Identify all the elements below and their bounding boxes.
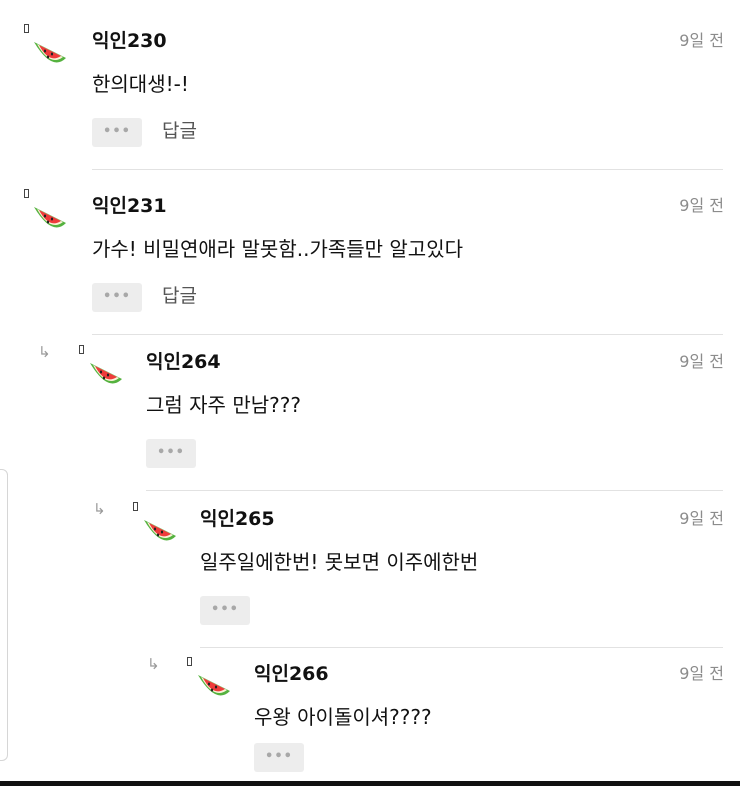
divider xyxy=(92,334,723,335)
comment-time: 9일 전 xyxy=(679,509,724,528)
watermelon-icon xyxy=(194,665,234,705)
reply-button[interactable]: 답글 xyxy=(162,116,197,143)
more-options-button[interactable]: ••• xyxy=(254,743,304,772)
reply-button[interactable]: 답글 xyxy=(162,281,197,308)
divider xyxy=(146,490,723,491)
comment-author[interactable]: 익인230 xyxy=(92,26,167,53)
comment-text: 한의대생!-! xyxy=(92,72,189,96)
checkbox-marker xyxy=(24,189,29,198)
comment-text: 일주일에한번! 못보면 이주에한번 xyxy=(200,550,479,574)
watermelon-icon xyxy=(140,510,180,550)
comment-author[interactable]: 익인266 xyxy=(254,659,329,686)
comment-time: 9일 전 xyxy=(679,196,724,215)
comment-time: 9일 전 xyxy=(679,664,724,683)
side-panel-edge xyxy=(0,469,8,761)
more-options-button[interactable]: ••• xyxy=(92,283,142,312)
checkbox-marker xyxy=(24,24,29,33)
comment-author[interactable]: 익인231 xyxy=(92,191,167,218)
comment-author[interactable]: 익인265 xyxy=(200,504,275,531)
reply-arrow-icon: ↳ xyxy=(93,500,106,518)
checkbox-marker xyxy=(133,502,138,511)
divider xyxy=(92,169,723,170)
comment-time: 9일 전 xyxy=(679,352,724,371)
more-options-button[interactable]: ••• xyxy=(200,596,250,625)
more-options-button[interactable]: ••• xyxy=(146,439,196,468)
comment-text: 가수! 비밀연애라 말못함..가족들만 알고있다 xyxy=(92,237,464,261)
reply-arrow-icon: ↳ xyxy=(38,343,51,361)
bottom-bar xyxy=(0,781,740,786)
comment-text: 우왕 아이돌이셔???? xyxy=(254,705,432,729)
watermelon-icon xyxy=(30,32,70,72)
watermelon-icon xyxy=(86,353,126,393)
checkbox-marker xyxy=(79,345,84,354)
divider xyxy=(200,647,723,648)
comment-author[interactable]: 익인264 xyxy=(146,347,221,374)
comment-time: 9일 전 xyxy=(679,31,724,50)
checkbox-marker xyxy=(187,657,192,666)
watermelon-icon xyxy=(30,197,70,237)
comment-text: 그럼 자주 만남??? xyxy=(146,393,301,417)
more-options-button[interactable]: ••• xyxy=(92,118,142,147)
reply-arrow-icon: ↳ xyxy=(147,655,160,673)
